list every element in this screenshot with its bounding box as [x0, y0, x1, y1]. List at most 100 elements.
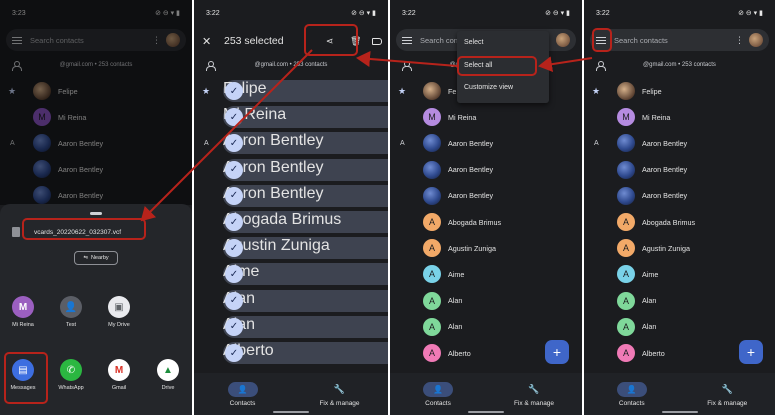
share-target-drive[interactable]: ▲ Drive: [150, 359, 186, 391]
contact-name: Alan: [448, 322, 463, 332]
contact-row[interactable]: Felipe: [584, 78, 775, 104]
nav-contacts[interactable]: 👤 Contacts: [584, 373, 680, 415]
share-target-test[interactable]: 👤 Test: [53, 296, 89, 328]
contact-name: Alberto: [448, 348, 471, 358]
share-target-mi-reina[interactable]: M Mi Reina: [5, 296, 41, 328]
close-icon[interactable]: ✕: [202, 35, 211, 48]
gesture-bar: [661, 411, 698, 413]
contact-row[interactable]: A Alan: [390, 288, 582, 314]
contact-row[interactable]: Aaron Bentley: [390, 183, 582, 209]
menu-item-select[interactable]: Select: [464, 39, 483, 46]
menu-icon[interactable]: [402, 36, 412, 44]
account-avatar[interactable]: [749, 33, 763, 47]
share-target-my-drive[interactable]: ▣ My Drive: [101, 296, 137, 328]
more-icon[interactable]: ⋮: [735, 35, 744, 46]
contact-avatar: M: [423, 108, 441, 127]
contact-row[interactable]: A Abogada Brimus: [390, 209, 582, 235]
contact-avatar: A: [617, 265, 635, 284]
nav-fix-manage[interactable]: 🔧 Fix & manage: [291, 373, 388, 415]
nav-contacts[interactable]: 👤 Contacts: [194, 373, 291, 415]
contact-avatar: [423, 186, 441, 205]
contact-row[interactable]: A Agustin Zuniga: [390, 235, 582, 261]
contact-row[interactable]: A Agustin Zuniga: [584, 235, 775, 261]
selected-contact-row[interactable]: ✓Alan: [223, 315, 388, 338]
wrench-icon: 🔧: [333, 383, 346, 394]
contact-name: Aaron Bentley: [642, 138, 688, 148]
whatsapp-icon: ✆: [60, 359, 82, 381]
contact-row[interactable]: A Alan: [390, 314, 582, 340]
add-contact-button[interactable]: +: [739, 340, 763, 364]
account-text: @gmail.com • 253 contacts: [254, 62, 328, 68]
contact-row[interactable]: A Aime: [390, 261, 582, 287]
contact-avatar: A: [423, 317, 441, 336]
search-input[interactable]: Search contacts: [614, 36, 668, 45]
selected-contact-row[interactable]: ✓ Aaron Bentley: [223, 184, 388, 207]
selected-contact-row[interactable]: ✓ Alberto: [223, 342, 388, 364]
check-icon: ✓: [225, 291, 243, 310]
nav-contacts[interactable]: 👤 Contacts: [390, 373, 486, 415]
selected-contact-row[interactable]: ✓ Felipe: [223, 80, 388, 102]
share-target-label: Drive: [161, 385, 175, 391]
check-icon: ✓: [225, 213, 243, 231]
status-time: 3:22: [596, 9, 610, 17]
selected-contact-row[interactable]: ✓Alan: [223, 289, 388, 312]
contact-avatar: M: [617, 108, 635, 127]
check-icon: ✓: [225, 265, 243, 284]
status-bar: 3:22 ⊘ ⊖ ▾ ▮: [194, 0, 388, 26]
contact-row[interactable]: M Mi Reina: [390, 104, 582, 130]
nav-contacts-label: Contacts: [425, 399, 451, 407]
contact-name: Aaron Bentley: [642, 191, 688, 201]
selected-contact-row[interactable]: ✓ Agustin Zuniga: [223, 237, 388, 260]
contact-row[interactable]: A Alan: [584, 314, 775, 340]
section-letter: A: [204, 140, 209, 147]
share-target-gmail[interactable]: M Gmail: [101, 359, 137, 391]
nav-contacts-label: Contacts: [229, 399, 256, 407]
annotation-box-messages: [4, 352, 48, 404]
share-target-whatsapp[interactable]: ✆ WhatsApp: [53, 359, 89, 391]
contact-name: Alberto: [642, 348, 665, 358]
gmail-icon: M: [108, 359, 130, 381]
bottom-nav: 👤 Contacts 🔧 Fix & manage: [584, 373, 775, 415]
menu-item-customize-view[interactable]: Customize view: [464, 84, 513, 91]
contact-row[interactable]: Aaron Bentley: [390, 130, 582, 156]
sheet-handle[interactable]: [90, 212, 102, 215]
selected-contact-row[interactable]: ✓Aime: [223, 263, 388, 286]
contact-row[interactable]: Aaron Bentley: [584, 130, 775, 156]
selected-contact-row[interactable]: ✓ Aaron Bentley: [223, 132, 388, 155]
account-text: @gmail.com • 253 contacts: [643, 62, 716, 68]
contact-avatar: A: [423, 265, 441, 284]
account-row: @gmail.com • 253 contacts: [194, 57, 388, 73]
contact-row[interactable]: A Abogada Brimus: [584, 209, 775, 235]
contact-row[interactable]: Aaron Bentley: [390, 157, 582, 183]
contact-row[interactable]: A Aime: [584, 261, 775, 287]
contact-row[interactable]: M Mi Reina: [584, 104, 775, 130]
add-contact-button[interactable]: +: [545, 340, 569, 364]
drive-icon: ▲: [157, 359, 179, 381]
nav-fix-manage[interactable]: 🔧 Fix & manage: [486, 373, 582, 415]
search-bar[interactable]: Search contacts ⋮: [590, 29, 769, 51]
status-icons: ⊘ ⊖ ▾ ▮: [738, 10, 763, 17]
annotation-box-menu: [592, 28, 612, 52]
contact-row[interactable]: Aaron Bentley: [584, 183, 775, 209]
file-icon: [12, 227, 20, 237]
contact-row[interactable]: Aaron Bentley: [584, 157, 775, 183]
check-icon: ✓: [225, 134, 243, 153]
contact-name: Abogada Brimus: [448, 217, 502, 227]
contact-row[interactable]: A Alan: [584, 288, 775, 314]
account-avatar[interactable]: [556, 33, 570, 47]
nearby-button[interactable]: ⇋ Nearby: [74, 251, 118, 265]
contact-avatar: [617, 134, 635, 153]
label-icon[interactable]: [372, 37, 382, 45]
nav-fix-manage[interactable]: 🔧 Fix & manage: [680, 373, 775, 415]
selected-contact-row[interactable]: ✓ Aaron Bentley: [223, 158, 388, 181]
selected-contact-row[interactable]: ✓ Abogada Brimus: [223, 211, 388, 233]
check-icon: ✓: [225, 317, 243, 336]
account-row: @gmail.com • 253 contacts: [584, 57, 775, 73]
selected-contact-row[interactable]: ✓ Mi Reina: [223, 106, 388, 129]
check-icon: ✓: [225, 82, 243, 100]
contact-name: Aime: [642, 269, 659, 279]
check-icon: ✓: [225, 239, 243, 258]
contacts-screen: 3:22 ⊘ ⊖ ▾ ▮ Search contacts ⋮ @gmail.co…: [584, 0, 775, 415]
contact-name: Abogada Brimus: [642, 217, 696, 227]
annotation-box-select-all: [457, 56, 537, 76]
